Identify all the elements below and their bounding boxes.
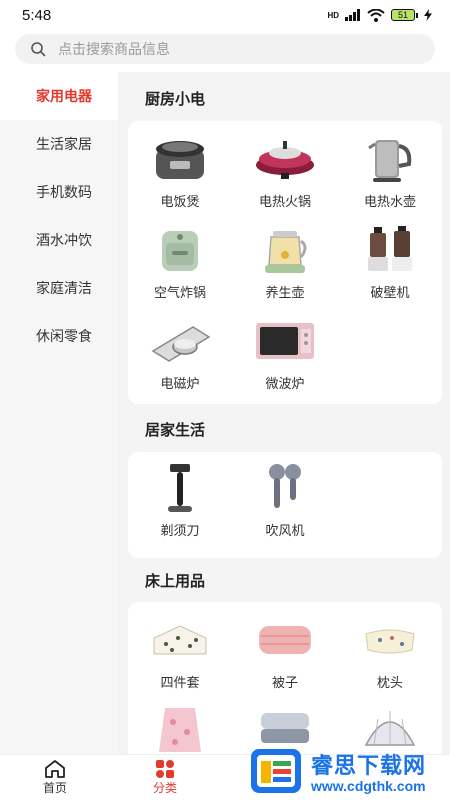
battery-level: 51 (397, 10, 408, 20)
product-label: 电饭煲 (160, 194, 200, 209)
watermark-url: www.cdgthk.com (311, 778, 426, 794)
product-blender[interactable]: 破壁机 (338, 224, 442, 301)
status-icons: HD 51 (327, 8, 432, 22)
product-hair-dryer[interactable]: 吹风机 (233, 462, 337, 539)
sidebar-item-drinks[interactable]: 酒水冲饮 (0, 216, 118, 264)
sidebar-item-label: 手机数码 (36, 184, 92, 200)
bedding-set-icon (148, 614, 212, 666)
section-title-kitchen: 厨房小电 (145, 91, 206, 108)
product-label: 吹风机 (265, 523, 305, 538)
rice-cooker-icon (148, 133, 212, 185)
sidebar-item-digital[interactable]: 手机数码 (0, 168, 118, 216)
section-card-living: 剃须刀 吹风机 (128, 452, 442, 558)
home-icon (45, 760, 65, 778)
category-sidebar: 家用电器 生活家居 手机数码 酒水冲饮 家庭清洁 休闲零食 (0, 72, 118, 754)
product-blanket[interactable] (128, 704, 232, 754)
product-kettle[interactable]: 电热水壶 (338, 133, 442, 210)
product-label: 空气炸锅 (153, 285, 206, 300)
sidebar-item-label: 酒水冲饮 (36, 232, 92, 248)
product-label: 枕头 (376, 675, 403, 690)
sidebar-item-cleaning[interactable]: 家庭清洁 (0, 264, 118, 312)
product-label: 剃须刀 (160, 523, 200, 538)
pillow-icon (358, 614, 422, 666)
product-induction-cooker[interactable]: 电磁炉 (128, 315, 232, 392)
quilt-icon (253, 614, 317, 666)
product-label: 电热火锅 (258, 194, 311, 209)
network-label: HD (327, 10, 339, 20)
health-pot-icon (253, 224, 317, 276)
tab-label: 分类 (152, 781, 177, 795)
tab-home[interactable]: 首页 (0, 755, 110, 800)
sidebar-item-label: 生活家居 (36, 136, 92, 152)
product-microwave[interactable]: 微波炉 (233, 315, 337, 392)
product-rice-cooker[interactable]: 电饭煲 (128, 133, 232, 210)
section-title-living: 居家生活 (145, 422, 206, 439)
microwave-icon (253, 315, 317, 367)
blender-icon (358, 224, 422, 276)
wifi-icon (367, 8, 385, 22)
razor-icon (148, 462, 212, 514)
induction-cooker-icon (148, 315, 212, 367)
search-placeholder: 点击搜索商品信息 (58, 41, 170, 57)
product-label: 电热水壶 (363, 194, 416, 209)
watermark-title: 睿思下载网 (311, 753, 427, 778)
section-title-bedding: 床上用品 (145, 573, 206, 590)
product-quilt[interactable]: 被子 (233, 614, 337, 691)
watermark-logo-icon (251, 749, 301, 793)
battery-icon: 51 (391, 9, 418, 21)
product-air-fryer[interactable]: 空气炸锅 (128, 224, 232, 301)
kettle-icon (358, 133, 422, 185)
sidebar-item-label: 家庭清洁 (36, 280, 92, 296)
watermark: 睿思下载网 www.cdgthk.com (247, 742, 450, 800)
product-health-pot[interactable]: 养生壶 (233, 224, 337, 301)
sidebar-item-label: 家用电器 (36, 88, 92, 104)
section-card-kitchen: 电饭煲 电热火锅 电热水壶 空气炸锅 养生壶 破壁机 电磁炉 微波炉 (128, 121, 442, 404)
status-time: 5:48 (22, 6, 52, 24)
product-razor[interactable]: 剃须刀 (128, 462, 232, 539)
product-hot-pot[interactable]: 电热火锅 (233, 133, 337, 210)
search-input[interactable]: 点击搜索商品信息 (15, 34, 435, 64)
category-icon (156, 760, 174, 778)
product-label: 养生壶 (265, 285, 305, 300)
category-content: 厨房小电 电饭煲 电热火锅 电热水壶 空气炸锅 养生壶 破壁机 电磁炉 微波炉 … (118, 72, 450, 754)
product-label: 被子 (271, 675, 298, 690)
search-bar: 点击搜索商品信息 (0, 30, 450, 72)
product-label: 四件套 (160, 675, 200, 690)
section-card-bedding: 四件套 被子 枕头 (128, 602, 442, 754)
sidebar-item-home-living[interactable]: 生活家居 (0, 120, 118, 168)
air-fryer-icon (148, 224, 212, 276)
charging-icon (424, 9, 432, 21)
product-label: 电磁炉 (160, 376, 200, 391)
hair-dryer-icon (253, 462, 317, 514)
blanket-icon (148, 704, 212, 754)
product-bedding-set[interactable]: 四件套 (128, 614, 232, 691)
sidebar-item-snacks[interactable]: 休闲零食 (0, 312, 118, 360)
hot-pot-icon (253, 133, 317, 185)
product-label: 微波炉 (265, 376, 305, 391)
signal-icon (345, 9, 360, 21)
sidebar-item-appliances[interactable]: 家用电器 (0, 72, 118, 120)
sidebar-item-label: 休闲零食 (36, 328, 92, 344)
product-pillow[interactable]: 枕头 (338, 614, 442, 691)
status-bar: 5:48 HD 51 (0, 0, 450, 30)
search-icon (31, 41, 46, 57)
tab-category[interactable]: 分类 (110, 755, 220, 800)
tab-label: 首页 (42, 781, 67, 795)
product-label: 破壁机 (370, 285, 410, 300)
